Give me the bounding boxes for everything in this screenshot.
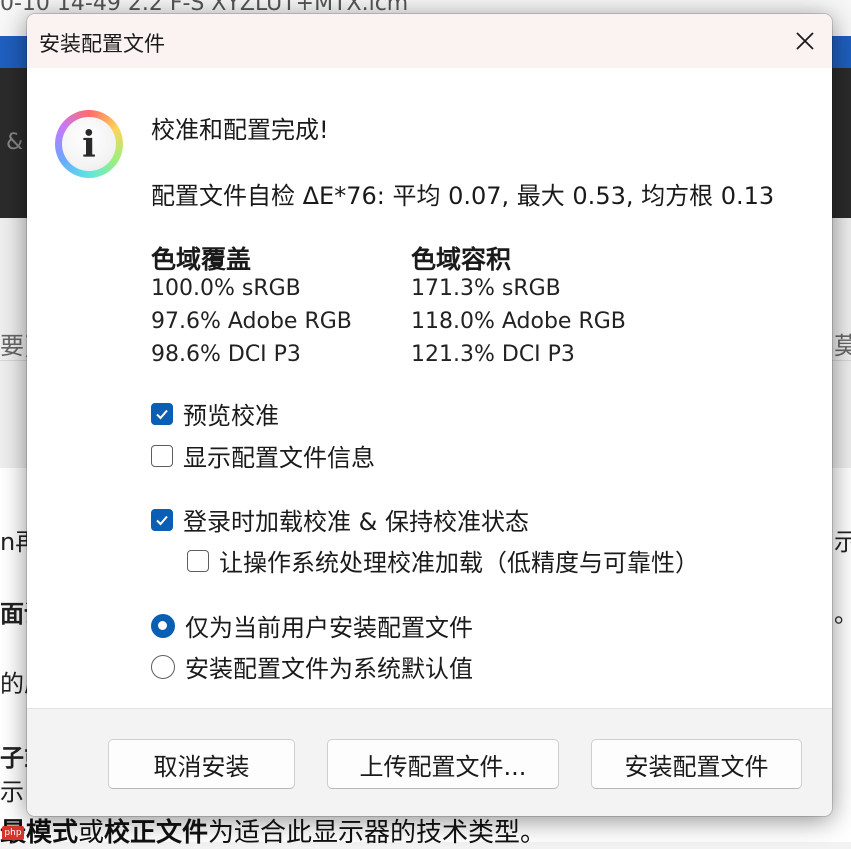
gamut-coverage-header: 色域覆盖 [151, 245, 252, 274]
info-icon: i [55, 110, 123, 178]
background-fragment: 莫 [834, 332, 851, 360]
checkbox-box[interactable] [187, 549, 209, 572]
close-icon [796, 32, 814, 50]
os-handles-calibration-checkbox[interactable]: 让操作系统处理校准加载（低精度与可靠性） [187, 543, 699, 578]
checkbox-label: 让操作系统处理校准加载（低精度与可靠性） [219, 549, 699, 577]
radio-button[interactable] [151, 613, 175, 638]
install-profile-button[interactable]: 安装配置文件 [591, 739, 802, 789]
gamut-coverage: 色域覆盖 100.0% sRGB 97.6% Adobe RGB 98.6% D… [151, 240, 352, 375]
radio-button[interactable] [151, 654, 175, 679]
site-logo: php [2, 826, 24, 840]
background-title-text: 0-10 14-49 2.2 F-S XYZLUT+MTX.icm [0, 0, 409, 16]
profile-self-check: 配置文件自检 ΔE*76: 平均 0.07, 最大 0.53, 均方根 0.13 [151, 182, 775, 210]
background-fragment: & [6, 130, 24, 155]
background-fragment: 示 [834, 528, 851, 556]
radio-label: 安装配置文件为系统默认值 [185, 655, 473, 683]
background-fragment: 示 [0, 778, 24, 806]
background-bottom-text: 最模式或校正文件为适合此显示器的技术类型。 [0, 812, 546, 849]
checkbox-box[interactable] [151, 508, 173, 531]
gamut-volume-header: 色域容积 [411, 245, 512, 274]
gamut-coverage-row: 98.6% DCI P3 [151, 342, 301, 367]
background-text: 为适合此显示器的技术类型。 [208, 818, 547, 848]
checkmark-icon [156, 409, 168, 419]
upload-profile-button[interactable]: 上传配置文件... [327, 739, 559, 789]
dialog-title: 安装配置文件 [39, 32, 165, 56]
checkbox-label: 显示配置文件信息 [183, 444, 375, 472]
checkbox-box[interactable] [151, 402, 173, 425]
dialog-titlebar[interactable]: 安装配置文件 [27, 14, 832, 68]
load-on-login-checkbox[interactable]: 登录时加载校准 & 保持校准状态 [151, 502, 529, 537]
cancel-install-button[interactable]: 取消安装 [108, 739, 295, 789]
background-fragment: 。 [834, 594, 851, 629]
background-text: 或 [78, 818, 105, 848]
gamut-volume: 色域容积 171.3% sRGB 118.0% Adobe RGB 121.3%… [411, 240, 626, 375]
checkbox-label: 登录时加载校准 & 保持校准状态 [183, 508, 529, 536]
checkbox-box[interactable] [151, 444, 173, 467]
install-current-user-radio[interactable]: 仅为当前用户安装配置文件 [151, 608, 473, 643]
preview-calibration-checkbox[interactable]: 预览校准 [151, 396, 279, 431]
radio-label: 仅为当前用户安装配置文件 [185, 614, 473, 642]
gamut-volume-row: 171.3% sRGB [411, 276, 561, 301]
background-link-correction[interactable]: 校正文件 [104, 818, 208, 848]
dialog-footer: 取消安装 上传配置文件... 安装配置文件 [27, 708, 832, 816]
install-system-default-radio[interactable]: 安装配置文件为系统默认值 [151, 649, 473, 684]
checkbox-label: 预览校准 [183, 402, 279, 430]
gamut-coverage-row: 97.6% Adobe RGB [151, 309, 352, 334]
show-profile-info-checkbox[interactable]: 显示配置文件信息 [151, 438, 375, 473]
close-button[interactable] [778, 14, 832, 68]
dialog-content: i 校准和配置完成! 配置文件自检 ΔE*76: 平均 0.07, 最大 0.5… [27, 68, 832, 708]
gamut-volume-row: 118.0% Adobe RGB [411, 309, 626, 334]
install-profile-dialog: 安装配置文件 i 校准和配置完成! 配置文件自检 ΔE*76: 平均 0.07,… [27, 14, 832, 816]
completion-message: 校准和配置完成! [151, 116, 329, 144]
gamut-coverage-row: 100.0% sRGB [151, 276, 301, 301]
checkmark-icon [156, 515, 168, 525]
gamut-volume-row: 121.3% DCI P3 [411, 342, 575, 367]
